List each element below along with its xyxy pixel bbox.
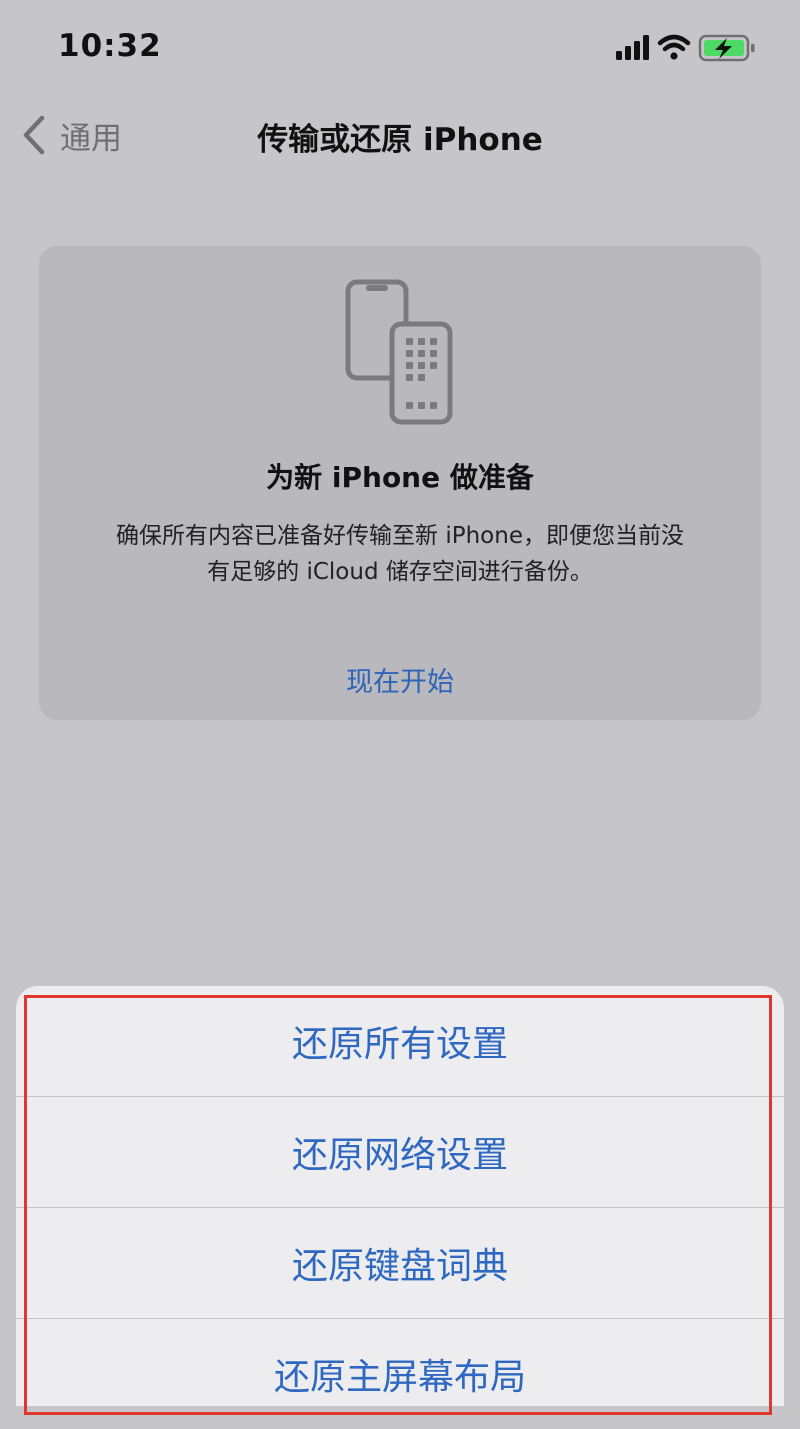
navigation-bar: 通用 传输或还原 iPhone bbox=[0, 96, 800, 176]
signal-icon bbox=[616, 35, 649, 60]
battery-charging-icon bbox=[698, 34, 755, 62]
back-button-label: 通用 bbox=[60, 120, 122, 157]
reset-action-sheet: 还原所有设置 还原网络设置 还原键盘词典 还原主屏幕布局 bbox=[16, 986, 784, 1406]
card-description: 确保所有内容已准备好传输至新 iPhone，即便您当前没 有足够的 iCloud… bbox=[79, 518, 721, 590]
transfer-phones-icon bbox=[345, 279, 453, 425]
reset-keyboard-dictionary-button[interactable]: 还原键盘词典 bbox=[16, 1208, 784, 1318]
card-description-line-2: 有足够的 iCloud 储存空间进行备份。 bbox=[207, 559, 593, 585]
status-icons bbox=[616, 34, 755, 62]
page-title: 传输或还原 iPhone bbox=[257, 122, 543, 158]
reset-all-settings-button[interactable]: 还原所有设置 bbox=[16, 986, 784, 1096]
prepare-new-iphone-card: 为新 iPhone 做准备 确保所有内容已准备好传输至新 iPhone，即便您当… bbox=[39, 246, 761, 720]
wifi-icon bbox=[657, 34, 691, 60]
card-description-line-1: 确保所有内容已准备好传输至新 iPhone，即便您当前没 bbox=[116, 523, 684, 549]
get-started-link[interactable]: 现在开始 bbox=[39, 660, 761, 699]
reset-home-screen-layout-button[interactable]: 还原主屏幕布局 bbox=[16, 1319, 784, 1429]
chevron-left-icon bbox=[23, 115, 45, 155]
back-button[interactable]: 通用 bbox=[22, 112, 122, 158]
reset-network-settings-button[interactable]: 还原网络设置 bbox=[16, 1097, 784, 1207]
card-title: 为新 iPhone 做准备 bbox=[266, 461, 534, 494]
status-time: 10:32 bbox=[58, 28, 162, 64]
status-bar: 10:32 bbox=[0, 0, 800, 96]
